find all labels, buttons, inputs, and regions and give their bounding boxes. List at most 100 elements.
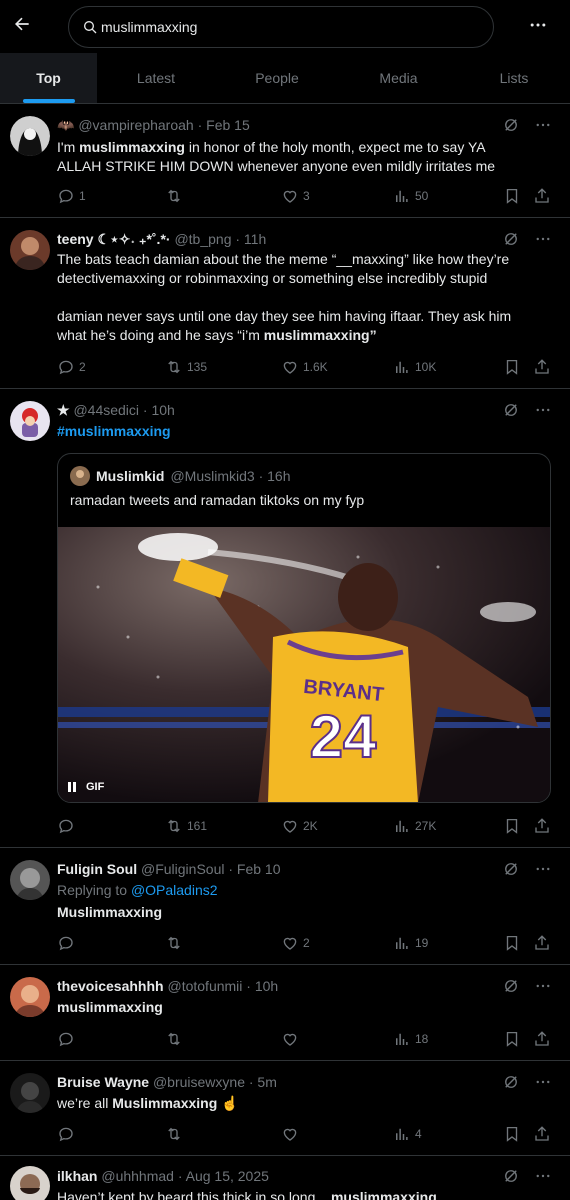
more-options-icon[interactable] xyxy=(525,12,551,38)
like-button[interactable]: 2K xyxy=(281,816,318,836)
views-button[interactable]: 50 xyxy=(393,186,428,206)
more-icon[interactable] xyxy=(534,401,552,419)
tab-people[interactable]: People xyxy=(215,53,339,103)
tweet[interactable]: ilkhan @uhhhmad · Aug 15, 2025 Haven’t k… xyxy=(0,1156,570,1200)
bookmark-button[interactable] xyxy=(503,357,521,377)
avatar[interactable] xyxy=(10,401,50,441)
display-name[interactable]: Bruise Wayne xyxy=(57,1074,149,1090)
tweet-handle[interactable]: @totofunmii · 10h xyxy=(167,978,278,994)
avatar[interactable] xyxy=(10,1073,50,1113)
share-button[interactable] xyxy=(533,933,551,953)
share-button[interactable] xyxy=(533,816,551,836)
reply-button[interactable]: 2 xyxy=(57,357,86,377)
like-button[interactable] xyxy=(281,1029,303,1049)
retweet-button[interactable] xyxy=(165,1124,187,1144)
display-name[interactable]: teeny ☾⋆✧˖ ₊*˚.*· xyxy=(57,231,171,247)
like-button[interactable]: 1.6K xyxy=(281,357,328,377)
views-button[interactable]: 19 xyxy=(393,933,428,953)
bookmark-button[interactable] xyxy=(503,933,521,953)
more-icon[interactable] xyxy=(534,1073,552,1091)
retweet-icon xyxy=(165,358,183,376)
share-button[interactable] xyxy=(533,186,551,206)
grok-icon[interactable] xyxy=(502,401,520,419)
tweet[interactable]: Bruise Wayne @bruisewxyne · 5m we’re all… xyxy=(0,1061,570,1156)
gif-badge[interactable]: GIF xyxy=(66,781,104,793)
reply-button[interactable] xyxy=(57,1124,79,1144)
avatar[interactable] xyxy=(10,230,50,270)
bookmark-button[interactable] xyxy=(503,816,521,836)
retweet-button[interactable]: 135 xyxy=(165,357,207,377)
tweet-handle[interactable]: @44sedici · 10h xyxy=(73,402,174,418)
grok-icon[interactable] xyxy=(502,1167,520,1185)
reply-button[interactable] xyxy=(57,933,79,953)
tweet-handle[interactable]: @tb_png · 11h xyxy=(174,231,266,247)
hashtag-link[interactable]: #muslimmaxxing xyxy=(57,423,171,439)
reply-button[interactable] xyxy=(57,1029,79,1049)
tweet-handle[interactable]: @uhhhmad · Aug 15, 2025 xyxy=(101,1168,269,1184)
tweet-handle[interactable]: @FuliginSoul · Feb 10 xyxy=(141,861,281,877)
display-name[interactable]: ★ xyxy=(57,402,70,418)
retweet-button[interactable] xyxy=(165,1029,187,1049)
share-button[interactable] xyxy=(533,1124,551,1144)
bookmark-button[interactable] xyxy=(503,1124,521,1144)
avatar[interactable] xyxy=(10,860,50,900)
retweet-button[interactable]: 161 xyxy=(165,816,207,836)
tweet-actions: 2 19 xyxy=(57,933,557,953)
reply-button[interactable]: 1 xyxy=(57,186,86,206)
tab-latest[interactable]: Latest xyxy=(97,53,215,103)
search-input[interactable] xyxy=(101,16,471,38)
tweet-header-icons xyxy=(502,1073,552,1091)
more-icon[interactable] xyxy=(534,116,552,134)
reply-to-link[interactable]: @OPaladins2 xyxy=(131,882,218,898)
more-icon[interactable] xyxy=(534,860,552,878)
reply-context: Replying to @OPaladins2 xyxy=(57,882,218,898)
quoted-display-name[interactable]: Muslimkid xyxy=(96,468,164,484)
quoted-avatar[interactable] xyxy=(70,466,90,486)
grok-icon[interactable] xyxy=(502,230,520,248)
more-icon[interactable] xyxy=(534,977,552,995)
share-button[interactable] xyxy=(533,1029,551,1049)
tweet[interactable]: thevoicesahhhh @totofunmii · 10h muslimm… xyxy=(0,965,570,1061)
grok-icon[interactable] xyxy=(502,977,520,995)
more-icon[interactable] xyxy=(534,230,552,248)
tweet[interactable]: 🦇 @vampirepharoah · Feb 15 I'm muslimmax… xyxy=(0,104,570,218)
tweet[interactable]: teeny ☾⋆✧˖ ₊*˚.*· @tb_png · 11h The bats… xyxy=(0,218,570,389)
avatar[interactable] xyxy=(10,116,50,156)
display-name[interactable]: Fuligin Soul xyxy=(57,861,137,877)
retweet-button[interactable] xyxy=(165,933,187,953)
display-name[interactable]: thevoicesahhhh xyxy=(57,978,164,994)
back-arrow-icon[interactable] xyxy=(8,10,36,38)
views-button[interactable]: 18 xyxy=(393,1029,428,1049)
tweet-handle[interactable]: 🦇 @vampirepharoah · Feb 15 xyxy=(57,117,250,133)
bookmark-icon xyxy=(503,1030,521,1048)
views-button[interactable]: 27K xyxy=(393,816,436,836)
quoted-tweet[interactable]: Muslimkid @Muslimkid3 · 16h ramadan twee… xyxy=(57,453,551,803)
search-box[interactable] xyxy=(68,6,494,48)
bookmark-button[interactable] xyxy=(503,186,521,206)
views-button[interactable]: 10K xyxy=(393,357,436,377)
pause-icon[interactable] xyxy=(66,781,78,793)
grok-icon[interactable] xyxy=(502,116,520,134)
tweet[interactable]: Fuligin Soul @FuliginSoul · Feb 10 Reply… xyxy=(0,848,570,965)
gif-media[interactable]: BRYANT 24 GIF xyxy=(58,527,550,802)
like-button[interactable] xyxy=(281,1124,303,1144)
bookmark-button[interactable] xyxy=(503,1029,521,1049)
share-button[interactable] xyxy=(533,357,551,377)
tab-lists[interactable]: Lists xyxy=(458,53,570,103)
tweet-handle[interactable]: @bruisewxyne · 5m xyxy=(153,1074,277,1090)
views-button[interactable]: 4 xyxy=(393,1124,422,1144)
retweet-button[interactable] xyxy=(165,186,187,206)
avatar[interactable] xyxy=(10,977,50,1017)
like-button[interactable]: 3 xyxy=(281,186,310,206)
avatar[interactable] xyxy=(10,1166,50,1200)
tab-media[interactable]: Media xyxy=(339,53,458,103)
grok-icon[interactable] xyxy=(502,860,520,878)
grok-icon[interactable] xyxy=(502,1073,520,1091)
tab-top[interactable]: Top xyxy=(0,53,97,103)
more-icon[interactable] xyxy=(534,1167,552,1185)
like-button[interactable]: 2 xyxy=(281,933,310,953)
bookmark-icon xyxy=(503,817,521,835)
reply-button[interactable] xyxy=(57,816,79,836)
quoted-handle[interactable]: @Muslimkid3 · 16h xyxy=(170,468,290,484)
display-name[interactable]: ilkhan xyxy=(57,1168,97,1184)
